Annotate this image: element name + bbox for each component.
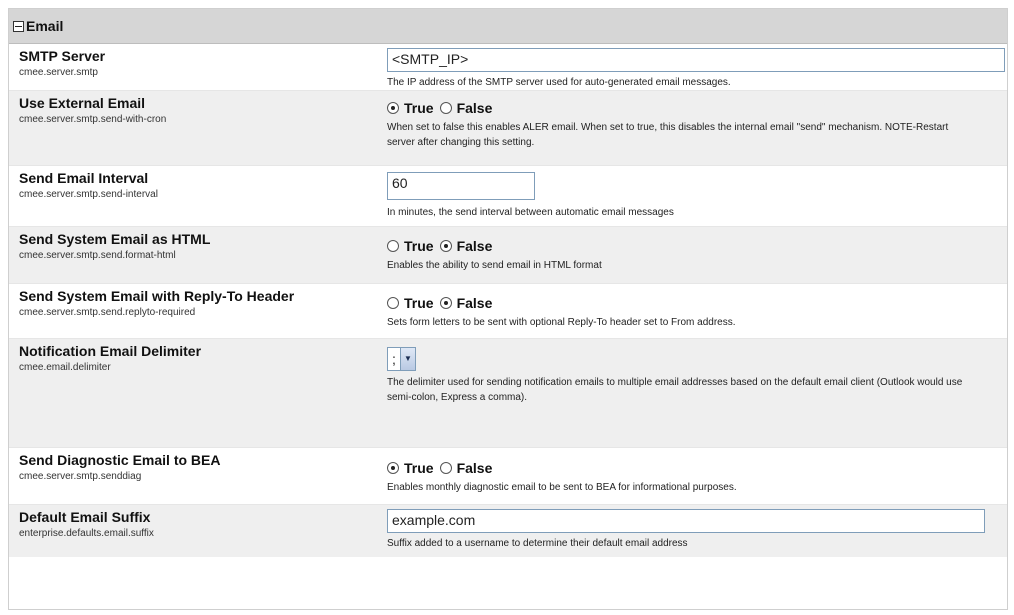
setting-description: The IP address of the SMTP server used f… [387, 77, 731, 88]
reply-to-radio-group: True False [387, 292, 1007, 314]
setting-description: Sets form letters to be sent with option… [387, 317, 736, 328]
setting-row-reply-to: Send System Email with Reply-To Header c… [9, 284, 1007, 339]
radio-unchecked-icon[interactable] [387, 297, 399, 309]
setting-row-send-email-interval: Send Email Interval cmee.server.smtp.sen… [9, 166, 1007, 227]
use-external-email-radio-group: True False [387, 97, 1007, 119]
setting-row-delimiter: Notification Email Delimiter cmee.email.… [9, 339, 1007, 448]
radio-false-label: False [456, 460, 493, 476]
radio-unchecked-icon[interactable] [439, 462, 452, 474]
radio-unchecked-icon[interactable] [439, 102, 452, 114]
setting-description: Enables the ability to send email in HTM… [387, 260, 602, 271]
setting-name: Use External Email [19, 95, 146, 111]
setting-row-diagnostic: Send Diagnostic Email to BEA cmee.server… [9, 448, 1007, 505]
setting-name: Send Email Interval [19, 170, 149, 186]
radio-false-label: False [456, 100, 493, 116]
setting-row-email-suffix: Default Email Suffix enterprise.defaults… [9, 505, 1007, 557]
radio-false[interactable]: False [439, 238, 493, 254]
setting-row-smtp-server: SMTP Server cmee.server.smtp <SMTP_IP> T… [9, 44, 1007, 91]
radio-true-label: True [404, 460, 434, 476]
setting-key: cmee.server.smtp [19, 67, 98, 78]
setting-key: cmee.server.smtp.send-interval [19, 189, 158, 200]
radio-false[interactable]: False [439, 460, 493, 476]
radio-true[interactable]: True [387, 100, 434, 116]
setting-name: Send System Email as HTML [19, 231, 211, 247]
radio-true[interactable]: True [387, 295, 434, 311]
radio-checked-icon[interactable] [439, 240, 452, 252]
radio-checked-icon[interactable] [387, 102, 399, 114]
setting-row-use-external-email: Use External Email cmee.server.smtp.send… [9, 91, 1007, 166]
setting-row-send-html: Send System Email as HTML cmee.server.sm… [9, 227, 1007, 284]
radio-checked-icon[interactable] [439, 297, 452, 309]
radio-unchecked-icon[interactable] [387, 240, 399, 252]
section-title: Email [26, 18, 64, 34]
setting-name: Notification Email Delimiter [19, 343, 202, 359]
setting-key: cmee.server.smtp.send.format-html [19, 250, 176, 261]
setting-name: Send Diagnostic Email to BEA [19, 452, 221, 468]
send-interval-input[interactable]: 60 [387, 172, 535, 200]
radio-true-label: True [404, 295, 434, 311]
email-settings-panel: Email SMTP Server cmee.server.smtp <SMTP… [8, 8, 1008, 610]
diagnostic-radio-group: True False [387, 457, 1007, 479]
setting-key: enterprise.defaults.email.suffix [19, 528, 154, 539]
setting-name: Default Email Suffix [19, 509, 151, 525]
collapse-icon[interactable] [13, 21, 24, 32]
delimiter-select[interactable]: ; ▼ [387, 347, 416, 371]
radio-false[interactable]: False [439, 295, 493, 311]
smtp-server-input[interactable]: <SMTP_IP> [387, 48, 1005, 72]
setting-description: The delimiter used for sending notificat… [387, 377, 963, 403]
setting-description: When set to false this enables ALER emai… [387, 122, 949, 148]
setting-key: cmee.email.delimiter [19, 362, 111, 373]
radio-false-label: False [456, 238, 493, 254]
radio-true-label: True [404, 238, 434, 254]
send-html-radio-group: True False [387, 235, 1007, 257]
setting-name: SMTP Server [19, 48, 106, 64]
setting-name: Send System Email with Reply-To Header [19, 288, 295, 304]
setting-key: cmee.server.smtp.send-with-cron [19, 114, 167, 125]
setting-description: In minutes, the send interval between au… [387, 207, 674, 218]
radio-checked-icon[interactable] [387, 462, 399, 474]
section-header[interactable]: Email [9, 9, 1007, 44]
radio-false-label: False [456, 295, 493, 311]
setting-key: cmee.server.smtp.send.replyto-required [19, 307, 196, 318]
radio-true[interactable]: True [387, 460, 434, 476]
chevron-down-icon[interactable]: ▼ [400, 348, 415, 370]
email-suffix-input[interactable]: example.com [387, 509, 985, 533]
setting-key: cmee.server.smtp.senddiag [19, 471, 142, 482]
setting-description: Suffix added to a username to determine … [387, 538, 688, 549]
setting-description: Enables monthly diagnostic email to be s… [387, 482, 737, 493]
radio-false[interactable]: False [439, 100, 493, 116]
delimiter-select-value: ; [392, 351, 396, 367]
radio-true[interactable]: True [387, 238, 434, 254]
radio-true-label: True [404, 100, 434, 116]
